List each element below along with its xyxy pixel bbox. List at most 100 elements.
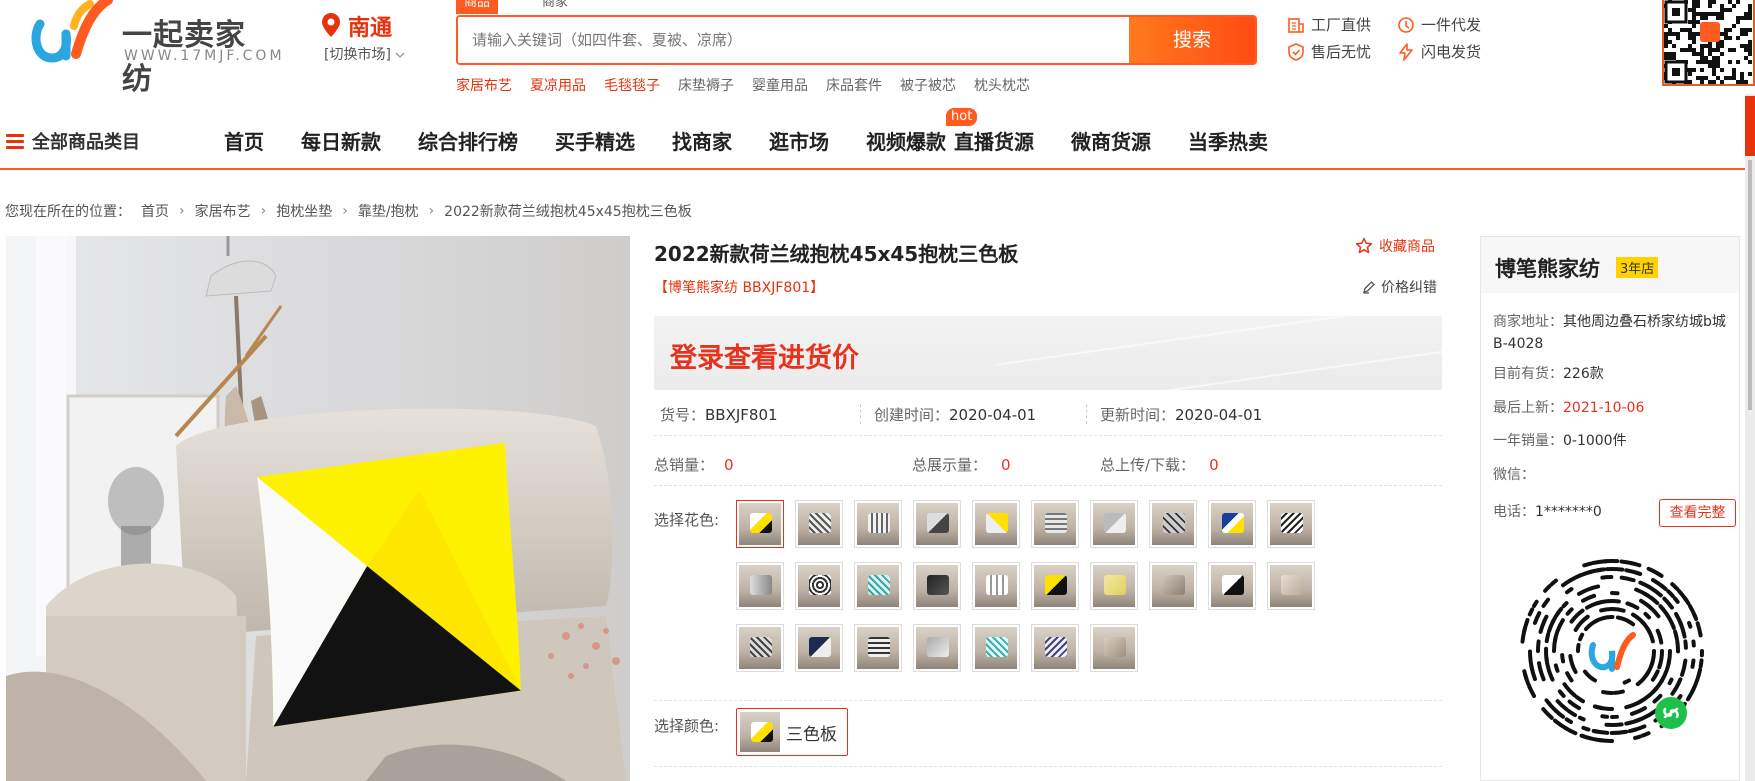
hot-keyword[interactable]: 婴童用品 [752, 75, 808, 95]
pillow-swatch [1281, 575, 1303, 595]
nav-item-buyer-picks[interactable]: 买手精选 [555, 126, 635, 155]
color-label: 选择颜色: [654, 717, 720, 735]
price-correction-link[interactable]: 价格纠错 [1362, 277, 1437, 297]
shop-years-badge: 3年店 [1616, 257, 1659, 278]
nav-item-wechat-supply[interactable]: 微商货源 [1071, 126, 1151, 155]
view-full-phone-button[interactable]: 查看完整 [1659, 499, 1736, 527]
switch-market-link[interactable]: [切换市场] [324, 44, 405, 64]
nav-item-live[interactable]: 直播货源 [954, 126, 1034, 155]
pillow-swatch [809, 637, 831, 657]
search-tab-goods[interactable]: 商品 [456, 0, 499, 14]
pillow-swatch [1045, 637, 1067, 657]
chevron-right-icon: › [179, 203, 185, 219]
service-fastship: 闪电发货 [1397, 41, 1481, 62]
breadcrumb-item[interactable]: 首页 [141, 201, 169, 221]
pattern-thumbnail-image [1093, 627, 1135, 669]
pattern-thumbnail[interactable] [1031, 624, 1079, 672]
product-shop-code[interactable]: 【博笔熊家纺 BBXJF801】 [654, 277, 824, 297]
pattern-thumbnail[interactable] [1267, 562, 1315, 610]
nav-items: 首页 每日新款 综合排行榜 买手精选 找商家 逛市场 视频爆款 hot 直播货源… [224, 108, 1305, 155]
all-categories-button[interactable]: 全部商品类目 [6, 128, 140, 154]
hot-keyword[interactable]: 夏凉用品 [530, 75, 586, 95]
login-to-view-price[interactable]: 登录查看进货价 [670, 336, 859, 375]
star-icon [1355, 237, 1373, 254]
hot-keyword[interactable]: 床垫褥子 [678, 75, 734, 95]
logo-icon [31, 0, 113, 63]
pattern-thumbnail[interactable] [854, 624, 902, 672]
nav-item-market[interactable]: 逛市场 [769, 126, 829, 155]
pillow-swatch [986, 637, 1008, 657]
breadcrumb-item[interactable]: 靠垫/抱枕 [358, 201, 419, 221]
pattern-thumbnail-image [1034, 627, 1076, 669]
color-option-selected[interactable]: 三色板 [736, 708, 848, 756]
divider [654, 700, 1442, 701]
pattern-thumbnail-image [798, 565, 840, 607]
favorite-button[interactable]: 收藏商品 [1355, 236, 1435, 256]
search-tab-shops[interactable]: 商家 [534, 0, 576, 14]
stat-label: 总展示量： [912, 456, 988, 474]
shop-stock-value: 226款 [1563, 366, 1604, 382]
product-title: 2022新款荷兰绒抱枕45x45抱枕三色板 [654, 242, 1019, 266]
pattern-thumbnail[interactable] [1208, 562, 1256, 610]
pattern-thumbnail[interactable] [1149, 500, 1197, 548]
pattern-thumbnail[interactable] [1090, 624, 1138, 672]
pattern-thumbnail[interactable] [736, 562, 784, 610]
nav-item-find-shop[interactable]: 找商家 [672, 126, 732, 155]
pattern-thumbnail[interactable] [1031, 562, 1079, 610]
scrollbar-thumb[interactable] [1748, 160, 1752, 410]
search-button[interactable]: 搜索 [1129, 17, 1255, 63]
pattern-thumbnail[interactable] [854, 562, 902, 610]
pattern-thumbnail[interactable] [795, 500, 843, 548]
pillow-swatch [751, 722, 773, 742]
nav-item-ranking[interactable]: 综合排行榜 [418, 126, 518, 155]
hot-keyword[interactable]: 毛毯毯子 [604, 75, 660, 95]
pattern-thumbnail[interactable] [972, 562, 1020, 610]
pattern-thumbnail[interactable] [913, 500, 961, 548]
hot-keyword[interactable]: 家居布艺 [456, 75, 512, 95]
pattern-thumbnail[interactable] [795, 624, 843, 672]
search-input[interactable] [458, 17, 1131, 63]
stat-value: 0 [1001, 456, 1011, 474]
site-logo[interactable]: 一起卖家纺 WWW.17MJF.COM [30, 0, 282, 97]
pattern-thumbnail-image [1270, 503, 1312, 545]
pattern-thumbnail[interactable] [1090, 562, 1138, 610]
hot-keyword[interactable]: 枕头枕芯 [974, 75, 1030, 95]
pattern-thumbnail[interactable] [795, 562, 843, 610]
nav-item-home[interactable]: 首页 [224, 126, 264, 155]
hot-keyword[interactable]: 被子被芯 [900, 75, 956, 95]
pillow-swatch [1104, 637, 1126, 657]
shop-sales-label: 一年销量： [1493, 433, 1563, 449]
pattern-thumbnail[interactable] [913, 562, 961, 610]
hot-keyword[interactable]: 床品套件 [826, 75, 882, 95]
nav-item-seasonal[interactable]: 当季热卖 [1188, 126, 1268, 155]
pattern-thumbnail[interactable] [1267, 500, 1315, 548]
pillow-swatch [750, 575, 772, 595]
pattern-thumbnail[interactable] [1031, 500, 1079, 548]
pattern-thumbnail-image [739, 565, 781, 607]
pattern-thumbnail[interactable] [972, 624, 1020, 672]
shop-stock: 目前有货：226款 [1493, 363, 1729, 385]
pattern-thumbnail[interactable] [1208, 500, 1256, 548]
pattern-thumbnail-image [1152, 565, 1194, 607]
pattern-thumbnail[interactable] [913, 624, 961, 672]
pattern-thumbnail[interactable] [736, 500, 784, 548]
breadcrumb-item[interactable]: 家居布艺 [195, 201, 251, 221]
menu-icon [6, 133, 24, 149]
nav-item-daily-new[interactable]: 每日新款 [301, 126, 381, 155]
pattern-thumbnail[interactable] [854, 500, 902, 548]
stat-total-views: 总展示量： 0 [912, 454, 1011, 475]
shop-name[interactable]: 博笔熊家纺 [1495, 253, 1600, 283]
stat-value: 0 [1209, 456, 1219, 474]
nav-item-video[interactable]: 视频爆款 hot [866, 108, 978, 155]
breadcrumb-item[interactable]: 抱枕坐垫 [276, 201, 332, 221]
pattern-thumbnail[interactable] [1149, 562, 1197, 610]
service-label: 一件代发 [1421, 16, 1482, 34]
switch-market-label: [切换市场] [324, 47, 391, 63]
location-pin-icon [322, 13, 340, 37]
pattern-thumbnail[interactable] [1090, 500, 1138, 548]
product-main-image[interactable] [6, 236, 630, 781]
pillow-swatch [927, 637, 949, 657]
pattern-thumbnail[interactable] [736, 624, 784, 672]
pattern-thumbnail[interactable] [972, 500, 1020, 548]
divider [860, 404, 861, 424]
